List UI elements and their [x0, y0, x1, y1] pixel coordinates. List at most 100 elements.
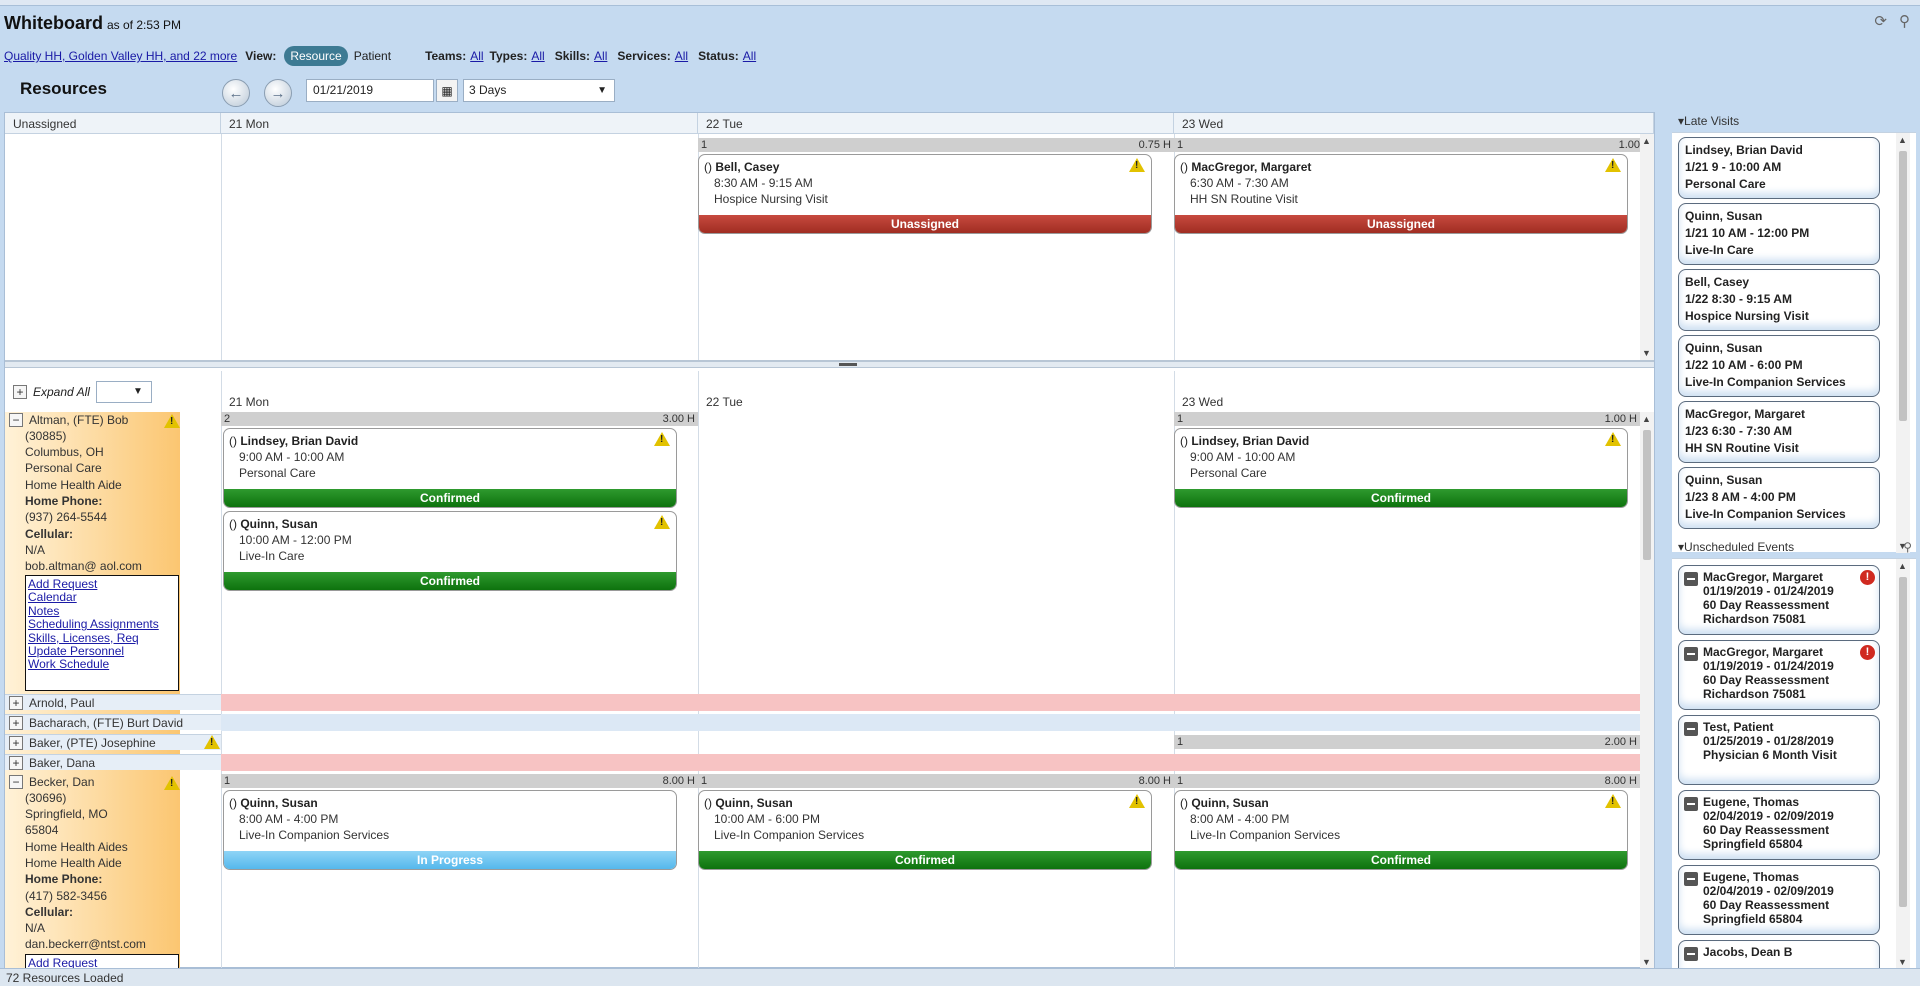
- visit-card[interactable]: () MacGregor, Margaret 6:30 AM - 7:30 AM…: [1174, 154, 1628, 234]
- scroll-up-icon[interactable]: ▲: [1642, 136, 1651, 146]
- late-visit-card[interactable]: Lindsey, Brian David 1/21 9 - 10:00 AM Per…: [1678, 137, 1880, 199]
- resource-role: Home Health Aide: [25, 478, 122, 492]
- expand-all-button[interactable]: +: [13, 385, 27, 399]
- scroll-up-icon[interactable]: ▲: [1898, 561, 1907, 571]
- late-visit-card[interactable]: Quinn, Susan 1/23 8 AM - 4:00 PM Live-In C…: [1678, 467, 1880, 529]
- expand-all-control: + Expand All ▼: [13, 381, 152, 403]
- view-patient-option[interactable]: Patient: [348, 46, 397, 66]
- col-divider: [221, 371, 222, 969]
- resource-row-baker-josephine[interactable]: + Baker, (PTE) Josephine: [5, 734, 221, 750]
- late-visit-card[interactable]: MacGregor, Margaret 1/23 6:30 - 7:30 AM HH…: [1678, 401, 1880, 463]
- next-button[interactable]: →: [264, 79, 292, 107]
- resource-name[interactable]: − Altman, (FTE) Bob: [5, 412, 128, 428]
- expand-button[interactable]: +: [9, 695, 23, 710]
- collapse-button[interactable]: −: [9, 775, 23, 789]
- scroll-thumb[interactable]: [1899, 577, 1907, 907]
- top-edge: [0, 0, 1920, 6]
- scroll-down-icon[interactable]: ▼: [1898, 957, 1907, 967]
- pin-icon[interactable]: ⚲: [1903, 540, 1912, 554]
- visit-card[interactable]: () Quinn, Susan 8:00 AM - 4:00 PM Live-I…: [1174, 790, 1628, 870]
- status-band: Confirmed: [224, 572, 676, 590]
- resource-row-bacharach[interactable]: + Bacharach, (FTE) Burt David: [5, 714, 221, 730]
- pane-splitter[interactable]: [5, 360, 1654, 368]
- unscheduled-card[interactable]: Eugene, Thomas 02/04/2019 - 02/09/2019 60 …: [1678, 790, 1880, 860]
- date-input[interactable]: 01/21/2019: [306, 79, 434, 102]
- unscheduled-scrollbar[interactable]: ▲ ▼: [1896, 559, 1910, 968]
- warning-icon: [654, 515, 670, 530]
- visit-card[interactable]: () Quinn, Susan 10:00 AM - 12:00 PM Live…: [223, 511, 677, 591]
- bottom-pane-scrollbar[interactable]: ▲ ▼: [1640, 412, 1654, 969]
- day-summary-bar: 1 8.00 H: [1174, 774, 1640, 788]
- resource-row-baker-dana[interactable]: + Baker, Dana: [5, 754, 221, 770]
- top-right-tools: ⟳ ⚲: [1874, 12, 1910, 30]
- late-visit-card[interactable]: Quinn, Susan 1/21 10 AM - 12:00 PM Live-In…: [1678, 203, 1880, 265]
- unscheduled-card[interactable]: ! MacGregor, Margaret 01/19/2019 - 01/24/2…: [1678, 640, 1880, 710]
- scroll-down-icon[interactable]: ▼: [1642, 957, 1651, 967]
- col-divider: [698, 371, 699, 969]
- add-request-link[interactable]: Add Request: [28, 577, 176, 591]
- skills-link[interactable]: All: [594, 49, 607, 63]
- resource-name[interactable]: − Becker, Dan: [5, 774, 94, 790]
- arrow-left-icon: ←: [228, 84, 244, 102]
- visit-card[interactable]: () Quinn, Susan 8:00 AM - 4:00 PM Live-I…: [223, 790, 677, 870]
- page-title: Whiteboard as of 2:53 PM: [4, 13, 182, 33]
- late-visit-card[interactable]: Bell, Casey 1/22 8:30 - 9:15 AM Hospice Nu…: [1678, 269, 1880, 331]
- resource-row-arnold[interactable]: + Arnold, Paul: [5, 694, 221, 710]
- warning-icon: [204, 735, 220, 750]
- expand-button[interactable]: +: [9, 755, 23, 770]
- late-visits-list: Lindsey, Brian David 1/21 9 - 10:00 AM Per…: [1672, 132, 1916, 553]
- late-visits-scrollbar[interactable]: ▲ ▼: [1896, 133, 1910, 553]
- late-visit-card[interactable]: Quinn, Susan 1/22 10 AM - 6:00 PM Live-In …: [1678, 335, 1880, 397]
- status-link[interactable]: All: [743, 49, 756, 63]
- refresh-icon[interactable]: ⟳: [1874, 12, 1887, 30]
- scroll-down-icon[interactable]: ▼: [1642, 348, 1651, 358]
- scroll-thumb[interactable]: [1899, 151, 1907, 421]
- home-phone: (937) 264-5544: [25, 510, 108, 524]
- sort-select[interactable]: ▼: [95, 381, 152, 403]
- types-link[interactable]: All: [531, 49, 544, 63]
- work-schedule-link[interactable]: Work Schedule: [28, 658, 176, 672]
- top-pane-scrollbar[interactable]: ▲ ▼: [1640, 134, 1654, 360]
- visit-card[interactable]: () Lindsey, Brian David 9:00 AM - 10:00 …: [1174, 428, 1628, 508]
- locations-link[interactable]: Quality HH, Golden Valley HH, and 22 mor…: [4, 49, 237, 63]
- view-toggle: Resource Patient: [284, 46, 397, 66]
- services-link[interactable]: All: [675, 49, 688, 63]
- pin-icon[interactable]: ⚲: [1899, 12, 1910, 30]
- status-band: Unassigned: [699, 215, 1151, 233]
- calendar-link[interactable]: Calendar: [28, 590, 176, 604]
- event-icon: [1684, 872, 1698, 886]
- unscheduled-card[interactable]: Test, Patient 01/25/2019 - 01/28/2019 Phys…: [1678, 715, 1880, 785]
- unscheduled-card[interactable]: Eugene, Thomas 02/04/2019 - 02/09/2019 60 …: [1678, 865, 1880, 935]
- unscheduled-card[interactable]: Jacobs, Dean B: [1678, 940, 1880, 968]
- status-band: Confirmed: [699, 851, 1151, 869]
- expand-button[interactable]: +: [9, 735, 23, 750]
- cellular-label: Cellular:: [25, 527, 74, 541]
- day1-header-lower: 21 Mon: [229, 395, 270, 409]
- unscheduled-card[interactable]: ! MacGregor, Margaret 01/19/2019 - 01/24/2…: [1678, 565, 1880, 635]
- scroll-up-icon[interactable]: ▲: [1898, 135, 1907, 145]
- update-personnel-link[interactable]: Update Personnel: [28, 644, 176, 658]
- home-phone-label: Home Phone:: [25, 494, 103, 508]
- scroll-up-icon[interactable]: ▲: [1642, 414, 1651, 424]
- splitter-grip[interactable]: [839, 363, 857, 366]
- event-icon: [1684, 722, 1698, 736]
- late-visits-header[interactable]: ▾Late Visits: [1672, 112, 1916, 130]
- cellular: N/A: [25, 921, 46, 935]
- view-resource-option[interactable]: Resource: [284, 46, 348, 66]
- notes-link[interactable]: Notes: [28, 604, 176, 618]
- skills-link[interactable]: Skills, Licenses, Req: [28, 631, 176, 645]
- teams-link[interactable]: All: [470, 49, 483, 63]
- scroll-thumb[interactable]: [1643, 430, 1651, 560]
- visit-card[interactable]: () Quinn, Susan 10:00 AM - 6:00 PM Live-…: [698, 790, 1152, 870]
- range-select[interactable]: 3 Days ▼: [463, 79, 615, 102]
- resource-city: Columbus, OH: [25, 445, 104, 459]
- warning-icon: [1605, 794, 1621, 809]
- unscheduled-header[interactable]: ▾Unscheduled Events ⚲: [1672, 538, 1916, 556]
- calendar-button[interactable]: ▦: [436, 79, 458, 102]
- expand-button[interactable]: +: [9, 715, 23, 730]
- visit-card[interactable]: () Bell, Casey 8:30 AM - 9:15 AM Hospice…: [698, 154, 1152, 234]
- scheduling-assignments-link[interactable]: Scheduling Assignments: [28, 617, 176, 631]
- prev-button[interactable]: ←: [222, 79, 250, 107]
- visit-card[interactable]: () Lindsey, Brian David 9:00 AM - 10:00 …: [223, 428, 677, 508]
- collapse-button[interactable]: −: [9, 413, 23, 427]
